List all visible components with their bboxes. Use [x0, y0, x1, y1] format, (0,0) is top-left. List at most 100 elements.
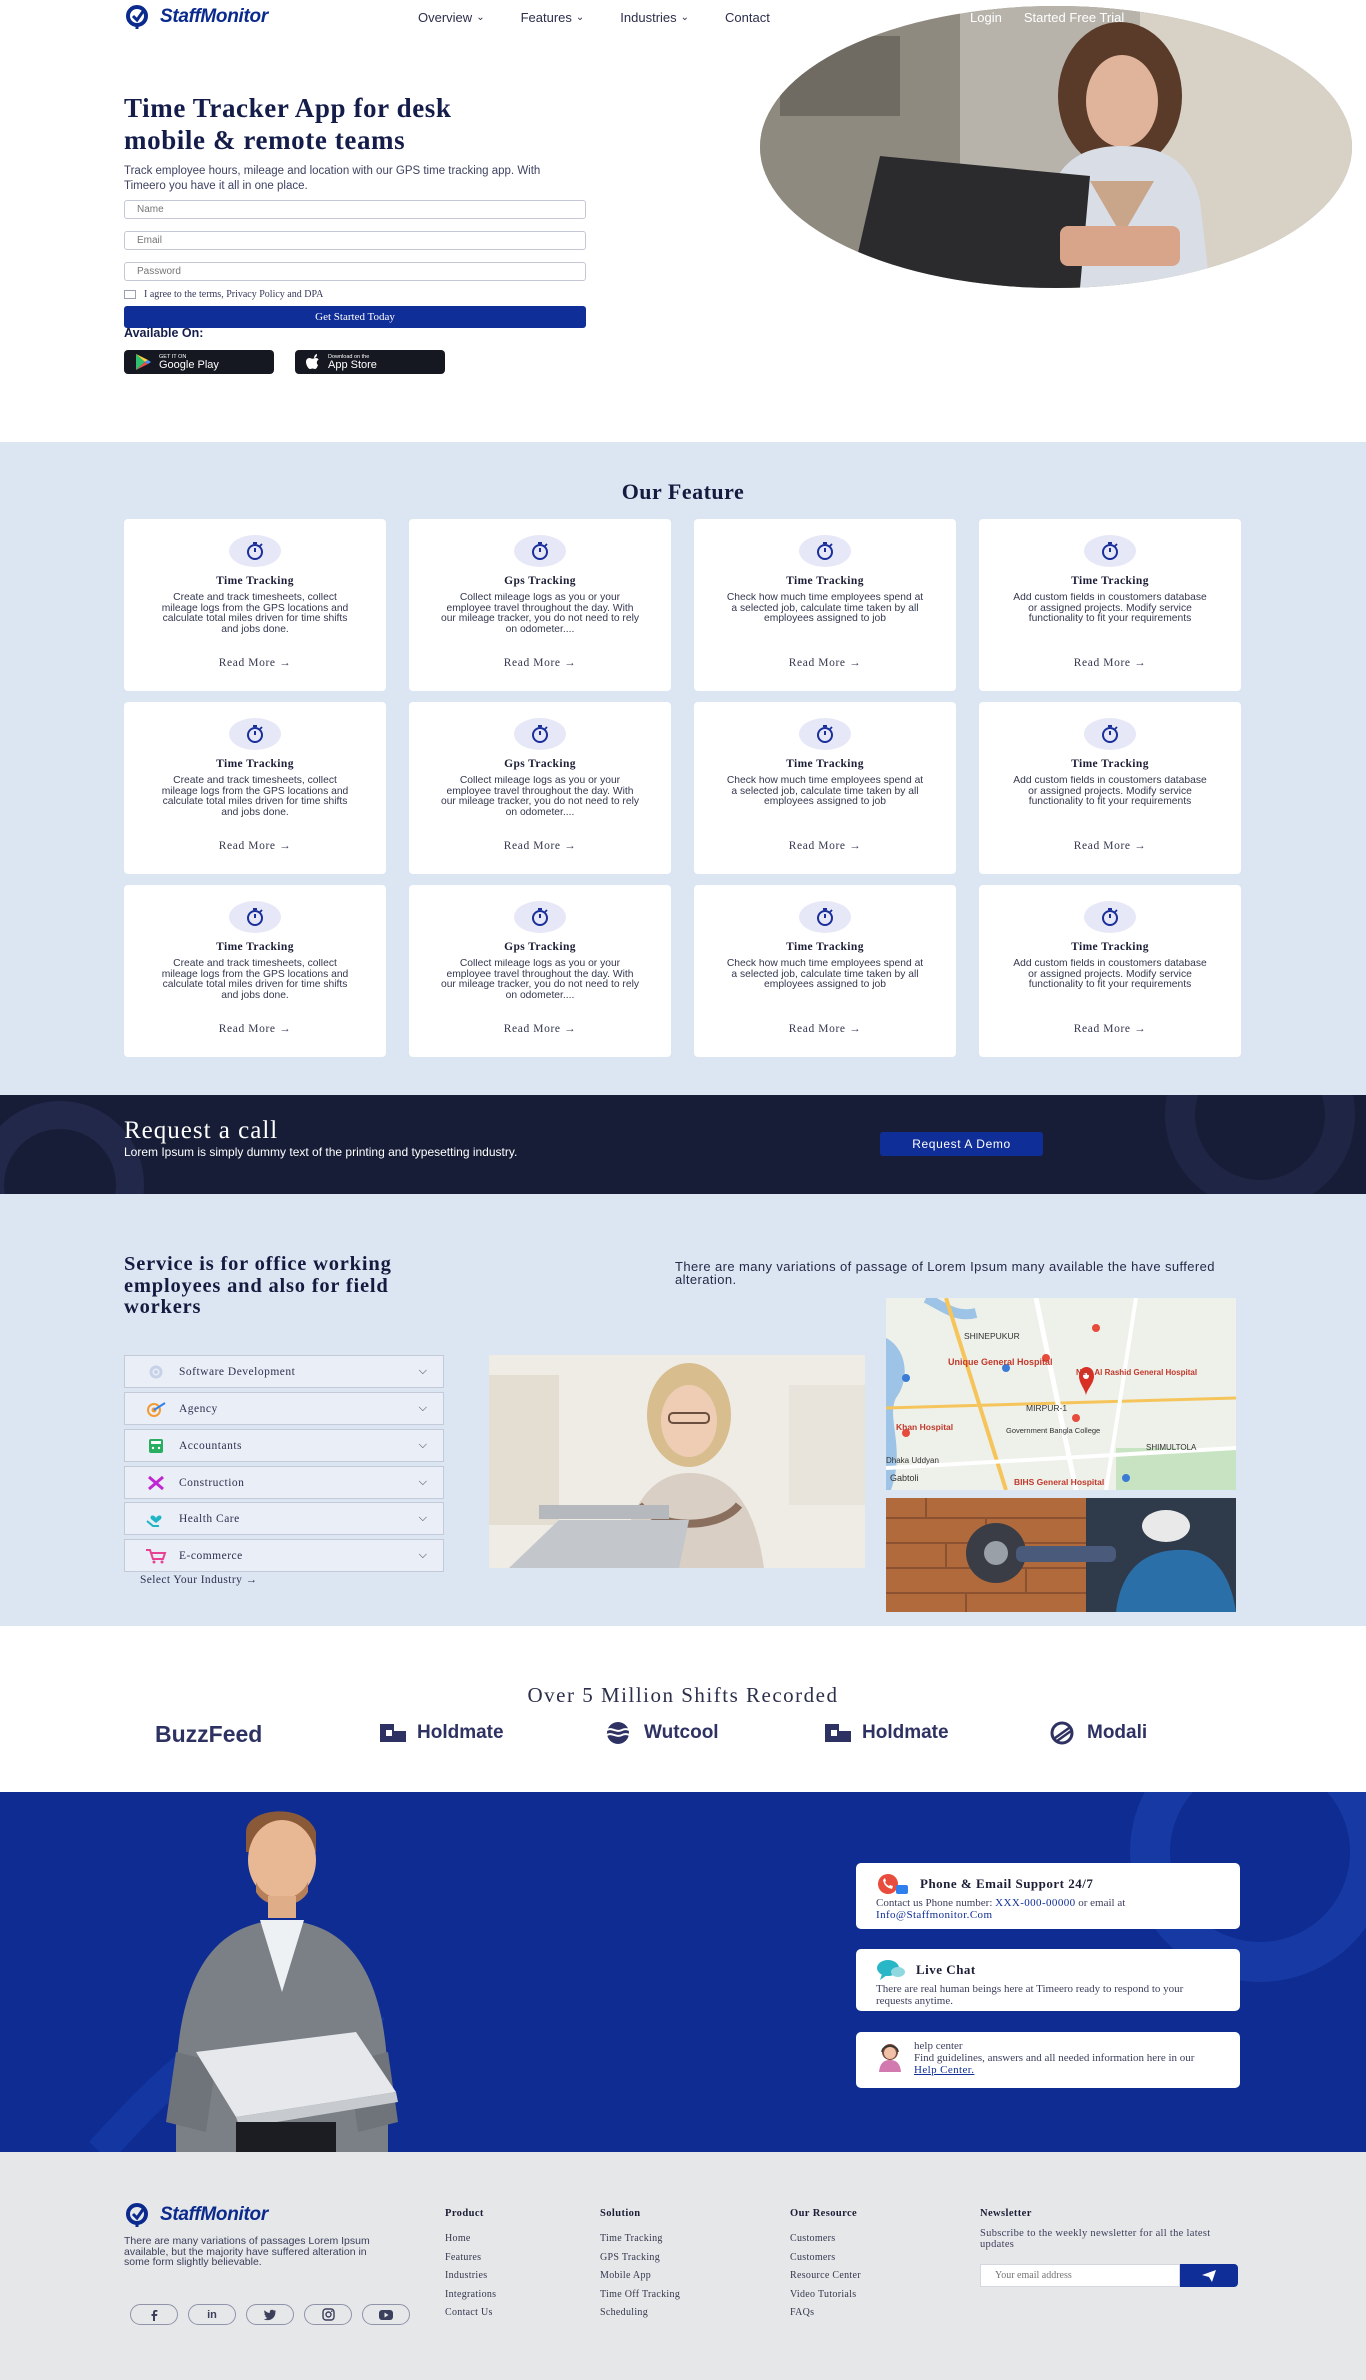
footer-link[interactable]: Customers: [790, 2249, 861, 2268]
request-demo-button[interactable]: Request A Demo: [880, 1132, 1043, 1156]
read-more-link[interactable]: Read More →: [979, 657, 1241, 669]
newsletter-submit-button[interactable]: [1180, 2264, 1238, 2287]
stopwatch-icon: [514, 535, 566, 567]
read-more-link[interactable]: Read More →: [979, 840, 1241, 852]
google-play-big-text: Google Play: [159, 358, 219, 371]
location-map[interactable]: SHINEPUKUR Unique General Hospital New A…: [886, 1298, 1236, 1490]
chevron-down-icon: ⌄: [476, 12, 485, 23]
feature-card-desc: Collect mileage logs as you or your empl…: [440, 776, 640, 818]
linkedin-icon[interactable]: in: [188, 2304, 236, 2325]
app-store-badge[interactable]: Download on the App Store: [295, 350, 445, 374]
industry-item[interactable]: Software Development ⌵: [124, 1355, 444, 1388]
footer-link[interactable]: Home: [445, 2230, 496, 2249]
footer-link[interactable]: Video Tutorials: [790, 2286, 861, 2305]
industry-item[interactable]: Construction ⌵: [124, 1466, 444, 1499]
feature-card-title: Gps Tracking: [504, 575, 576, 587]
help-center-link[interactable]: Help Center.: [914, 2064, 974, 2076]
partner-name: Modali: [1087, 1722, 1148, 1743]
live-chat-card[interactable]: Live Chat There are real human beings he…: [856, 1949, 1240, 2011]
terms-checkbox[interactable]: [124, 290, 136, 299]
feature-card: Gps Tracking Collect mileage logs as you …: [409, 885, 671, 1057]
terms-label: I agree to the terms, Privacy Policy and…: [144, 289, 324, 300]
email-field[interactable]: [124, 231, 586, 250]
footer-link[interactable]: Integrations: [445, 2286, 496, 2305]
read-more-label: Read More: [503, 1023, 561, 1035]
read-more-link[interactable]: Read More →: [694, 657, 956, 669]
email-link[interactable]: Info@Staffmonitor.Com: [876, 1909, 992, 1921]
wutcool-logo-icon: [606, 1722, 631, 1744]
brand-logo[interactable]: StaffMonitor: [124, 4, 268, 30]
footer-link[interactable]: Time Off Tracking: [600, 2286, 680, 2305]
stopwatch-icon: [799, 535, 851, 567]
nav-overview[interactable]: Overview ⌄: [418, 10, 485, 25]
features-grid: Time Tracking Create and track timesheets…: [124, 519, 1241, 1057]
footer-link[interactable]: Industries: [445, 2267, 496, 2286]
nav-features[interactable]: Features ⌄: [521, 10, 585, 25]
footer-link[interactable]: Contact Us: [445, 2304, 496, 2323]
read-more-link[interactable]: Read More →: [409, 840, 671, 852]
footer-link[interactable]: Features: [445, 2249, 496, 2268]
read-more-link[interactable]: Read More →: [124, 1023, 386, 1035]
footer-link[interactable]: FAQs: [790, 2304, 861, 2323]
social-links: in: [130, 2304, 410, 2325]
features-section: Our Feature Time Tracking Create and trac…: [0, 442, 1366, 1095]
cart-icon: [145, 1548, 167, 1564]
feature-card-desc: Collect mileage logs as you or your empl…: [440, 593, 640, 635]
twitter-icon[interactable]: [246, 2304, 294, 2325]
help-center-desc: Find guidelines, answers and all needed …: [914, 2052, 1195, 2064]
footer-link[interactable]: Customers: [790, 2230, 861, 2249]
industry-label: E-commerce: [179, 1549, 243, 1562]
partner-name: BuzzFeed: [155, 1721, 263, 1747]
get-started-button[interactable]: Get Started Today: [124, 306, 586, 328]
youtube-icon[interactable]: [362, 2304, 410, 2325]
read-more-link[interactable]: Read More →: [124, 840, 386, 852]
read-more-link[interactable]: Read More →: [694, 1023, 956, 1035]
calculator-icon: [145, 1438, 167, 1454]
free-trial-link[interactable]: Started Free Trial: [1024, 10, 1124, 25]
request-call-banner: Request a call Lorem Ipsum is simply dum…: [0, 1095, 1366, 1194]
partner-logo-holdmate: Holdmate: [377, 1721, 504, 1745]
name-field[interactable]: [124, 200, 586, 219]
google-play-badge[interactable]: GET IT ON Google Play: [124, 350, 274, 374]
read-more-link[interactable]: Read More →: [979, 1023, 1241, 1035]
footer-brand-logo[interactable]: StaffMonitor: [124, 2202, 268, 2228]
login-link[interactable]: Login: [970, 10, 1002, 25]
read-more-link[interactable]: Read More →: [409, 1023, 671, 1035]
partner-logo-holdmate-2: Holdmate: [822, 1721, 949, 1745]
stopwatch-icon: [1084, 901, 1136, 933]
partner-logo-buzzfeed: BuzzFeed: [155, 1721, 262, 1748]
facebook-icon[interactable]: [130, 2304, 178, 2325]
target-icon: [145, 1401, 167, 1417]
footer-link[interactable]: Time Tracking: [600, 2230, 680, 2249]
instagram-icon[interactable]: [304, 2304, 352, 2325]
logo-mark-icon: [126, 5, 148, 29]
app-store-big-text: App Store: [328, 358, 377, 371]
help-center-text: Find guidelines, answers and all needed …: [914, 2052, 1220, 2076]
footer-link[interactable]: GPS Tracking: [600, 2249, 680, 2268]
industry-item[interactable]: E-commerce ⌵: [124, 1539, 444, 1572]
stopwatch-icon: [1084, 718, 1136, 750]
industry-item[interactable]: Agency ⌵: [124, 1392, 444, 1425]
partner-name: Wutcool: [644, 1722, 719, 1743]
read-more-link[interactable]: Read More →: [694, 840, 956, 852]
chevron-down-icon: ⌵: [418, 1476, 427, 1488]
nav-industries[interactable]: Industries ⌄: [620, 10, 689, 25]
nav-contact[interactable]: Contact: [725, 10, 770, 25]
nav-label: Industries: [620, 10, 677, 25]
footer-link[interactable]: Mobile App: [600, 2267, 680, 2286]
feature-card: Time Tracking Check how much time employe…: [694, 702, 956, 874]
feature-card: Time Tracking Create and track timesheets…: [124, 702, 386, 874]
read-more-link[interactable]: Read More →: [124, 657, 386, 669]
arrow-right-icon: →: [849, 657, 862, 669]
password-field[interactable]: [124, 262, 586, 281]
select-industry-link[interactable]: Select Your Industry →: [140, 1574, 257, 1586]
industry-item[interactable]: Accountants ⌵: [124, 1429, 444, 1462]
phone-number-link[interactable]: XXX-000-00000: [995, 1897, 1075, 1909]
footer-link[interactable]: Resource Center: [790, 2267, 861, 2286]
newsletter-email-input[interactable]: [980, 2264, 1180, 2287]
office-worker-photo: [489, 1355, 865, 1568]
footer-link[interactable]: Scheduling: [600, 2304, 680, 2323]
read-more-link[interactable]: Read More →: [409, 657, 671, 669]
industry-item[interactable]: Health Care ⌵: [124, 1502, 444, 1535]
partners-title: Over 5 Million Shifts Recorded: [527, 1683, 839, 1707]
